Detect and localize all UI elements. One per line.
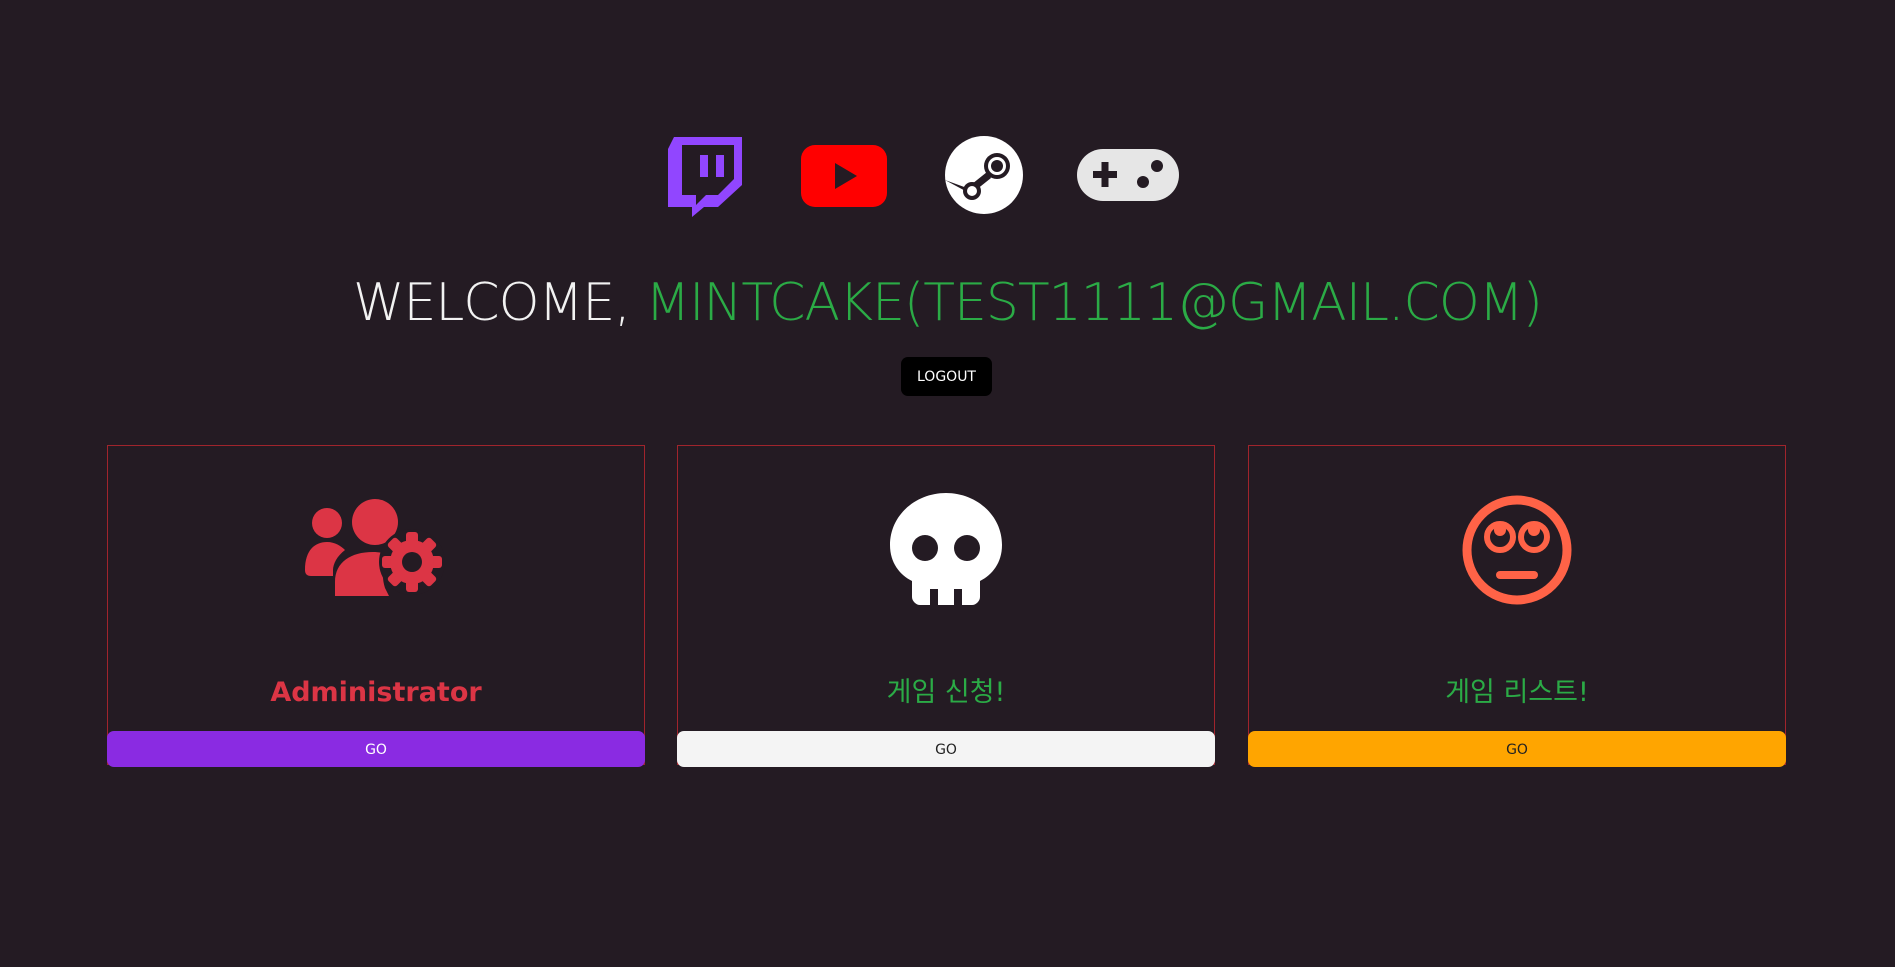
go-button-game-apply[interactable]: GO <box>677 731 1215 767</box>
card-administrator: Administrator GO <box>107 445 645 767</box>
logout-button[interactable]: LOGOUT <box>901 357 992 396</box>
card-title: 게임 리스트! <box>1445 677 1589 708</box>
social-links <box>0 130 1895 220</box>
users-gear-icon <box>305 498 447 598</box>
twitch-icon[interactable] <box>668 137 742 217</box>
username: MINTCAKE(TEST1111@GMAIL.COM) <box>645 273 1543 333</box>
card-title: Administrator <box>270 677 482 708</box>
card-game-list: 게임 리스트! GO <box>1248 445 1786 767</box>
face-rolling-eyes-icon <box>1462 495 1572 605</box>
welcome-prefix: WELCOME, <box>353 273 646 333</box>
welcome-heading: WELCOME, MINTCAKE(TEST1111@GMAIL.COM) <box>0 265 1895 341</box>
gamepad-icon[interactable] <box>1077 149 1179 201</box>
page: WELCOME, MINTCAKE(TEST1111@GMAIL.COM) LO… <box>0 0 1895 967</box>
go-button-game-list[interactable]: GO <box>1248 731 1786 767</box>
go-button-administrator[interactable]: GO <box>107 731 645 767</box>
youtube-icon[interactable] <box>801 145 887 207</box>
card-game-apply: 게임 신청! GO <box>677 445 1215 767</box>
card-title: 게임 신청! <box>886 677 1006 708</box>
skull-icon <box>890 493 1002 605</box>
steam-icon[interactable] <box>945 136 1023 214</box>
